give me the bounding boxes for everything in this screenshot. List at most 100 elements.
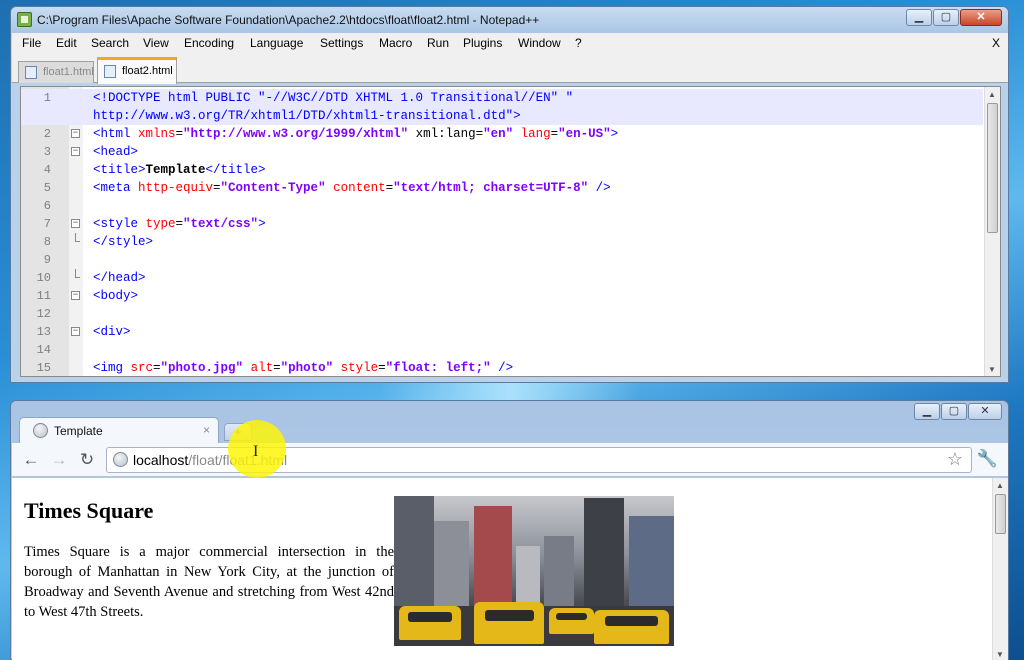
scrollbar-thumb[interactable] xyxy=(987,103,998,233)
minimize-button[interactable]: ▁ xyxy=(914,403,940,420)
close-document-button[interactable]: X xyxy=(992,36,1000,50)
close-button[interactable]: ✕ xyxy=(960,9,1002,26)
code-token: "en" xyxy=(483,127,514,141)
code-token: "Content-Type" xyxy=(220,181,326,195)
browser-toolbar: ← → ↻ localhost/float/float1.html ☆ 🔧 xyxy=(12,443,1008,477)
code-line[interactable]: 6 xyxy=(21,197,983,215)
editor-scrollbar[interactable]: ▲ ▼ xyxy=(984,87,1000,376)
code-token: type xyxy=(145,217,176,231)
close-tab-icon[interactable]: × xyxy=(203,423,210,437)
photo-building xyxy=(544,536,574,616)
code-line[interactable]: 10 </head> xyxy=(21,269,983,287)
menu-macro[interactable]: Macro xyxy=(379,36,412,50)
minimize-button[interactable]: ▁ xyxy=(906,9,932,26)
scroll-up-icon[interactable]: ▲ xyxy=(996,481,1004,490)
notepad-title: C:\Program Files\Apache Software Foundat… xyxy=(37,13,540,27)
fold-toggle-icon[interactable]: − xyxy=(71,291,80,300)
code-line[interactable]: 9 xyxy=(21,251,983,269)
code-line[interactable]: 4 <title>Template</title> xyxy=(21,161,983,179)
code-editor[interactable]: 1 <!DOCTYPE html PUBLIC "-//W3C//DTD XHTM… xyxy=(20,86,1001,377)
line-number: 5 xyxy=(43,181,51,195)
fold-toggle-icon[interactable]: − xyxy=(71,129,80,138)
code-text: </head> xyxy=(93,269,146,287)
browser-tab-title: Template xyxy=(54,424,103,438)
code-token: /> xyxy=(490,361,514,375)
scroll-up-icon[interactable]: ▲ xyxy=(988,90,996,99)
globe-icon xyxy=(33,423,48,438)
menu-view[interactable]: View xyxy=(143,36,169,50)
code-token: "photo.jpg" xyxy=(160,361,244,375)
globe-icon xyxy=(113,452,128,467)
code-token: <!DOCTYPE html PUBLIC "-//W3C//DTD XHTML… xyxy=(93,91,574,105)
menu-encoding[interactable]: Encoding xyxy=(184,36,234,50)
code-token: <div> xyxy=(93,325,131,339)
back-icon[interactable]: ← xyxy=(20,449,42,471)
code-line[interactable]: 11 − <body> xyxy=(21,287,983,305)
times-square-photo xyxy=(394,496,674,646)
menu-edit[interactable]: Edit xyxy=(56,36,77,50)
menu-window[interactable]: Window xyxy=(518,36,561,50)
code-token: alt xyxy=(243,361,274,375)
code-text: http://www.w3.org/TR/xhtml1/DTD/xhtml1-t… xyxy=(93,107,521,125)
code-line[interactable]: 5 <meta http-equiv="Content-Type" content… xyxy=(21,179,983,197)
code-line[interactable]: 13 − <div> xyxy=(21,323,983,341)
scroll-down-icon[interactable]: ▼ xyxy=(988,365,996,374)
reload-icon[interactable]: ↻ xyxy=(76,449,98,471)
code-line[interactable]: 1 <!DOCTYPE html PUBLIC "-//W3C//DTD XHTM… xyxy=(21,89,983,107)
code-text: <head> xyxy=(93,143,138,161)
code-token: "text/css" xyxy=(183,217,259,231)
scrollbar-thumb[interactable] xyxy=(995,494,1006,534)
maximize-button[interactable]: ▢ xyxy=(941,403,967,420)
code-line[interactable]: 3 − <head> xyxy=(21,143,983,161)
photo-taxi xyxy=(399,606,461,640)
tab-float1[interactable]: float1.html xyxy=(18,61,94,83)
code-token: "http://www.w3.org/1999/xhtml" xyxy=(183,127,409,141)
menu-search[interactable]: Search xyxy=(91,36,129,50)
code-token: > xyxy=(610,127,619,141)
fold-toggle-icon[interactable]: − xyxy=(71,327,80,336)
page-scrollbar[interactable]: ▲ ▼ xyxy=(992,478,1008,660)
star-icon[interactable]: ☆ xyxy=(947,449,963,470)
fold-toggle-icon[interactable]: − xyxy=(71,219,80,228)
code-line[interactable]: 14 xyxy=(21,341,983,359)
code-token: = xyxy=(378,361,386,375)
code-line[interactable]: http://www.w3.org/TR/xhtml1/DTD/xhtml1-t… xyxy=(21,107,983,125)
wrench-icon[interactable]: 🔧 xyxy=(977,449,998,469)
text-cursor-icon: I xyxy=(253,443,259,460)
code-token: = xyxy=(175,217,184,231)
browser-tab-template[interactable]: Template × xyxy=(19,417,219,443)
tab-float2[interactable]: float2.html xyxy=(97,57,177,84)
menu-run[interactable]: Run xyxy=(427,36,449,50)
menu-file[interactable]: File xyxy=(22,36,41,50)
maximize-button[interactable]: ▢ xyxy=(933,9,959,26)
page-title: Times Square xyxy=(24,498,154,523)
code-token: </head> xyxy=(93,271,146,285)
file-tabbar: float1.html float2.html xyxy=(12,53,1008,84)
forward-icon[interactable]: → xyxy=(48,449,70,471)
line-number: 1 xyxy=(43,91,51,105)
line-number: 14 xyxy=(36,343,51,357)
code-token: <head> xyxy=(93,145,139,159)
code-token: lang xyxy=(513,127,551,141)
fold-toggle-icon[interactable]: − xyxy=(71,147,80,156)
code-line[interactable]: 12 xyxy=(21,305,983,323)
file-icon xyxy=(25,66,37,79)
code-text: <html xmlns="http://www.w3.org/1999/xhtm… xyxy=(93,125,618,143)
code-text: <style type="text/css"> xyxy=(93,215,266,233)
code-line[interactable]: 15 <img src="photo.jpg" alt="photo" style… xyxy=(21,359,983,376)
code-text: <div> xyxy=(93,323,131,341)
code-token: src xyxy=(130,361,154,375)
code-token: xmlns xyxy=(138,127,176,141)
line-number: 13 xyxy=(36,325,51,339)
code-line[interactable]: 2 − <html xmlns="http://www.w3.org/1999/xh… xyxy=(21,125,983,143)
code-line[interactable]: 7 − <style type="text/css"> xyxy=(21,215,983,233)
menu-language[interactable]: Language xyxy=(250,36,303,50)
menu-plugins[interactable]: Plugins xyxy=(463,36,502,50)
photo-building xyxy=(584,498,624,616)
scroll-down-icon[interactable]: ▼ xyxy=(996,650,1004,659)
code-line[interactable]: 8 </style> xyxy=(21,233,983,251)
menu-settings[interactable]: Settings xyxy=(320,36,363,50)
close-button[interactable]: ✕ xyxy=(968,403,1002,420)
menu-help[interactable]: ? xyxy=(575,36,582,50)
code-text: <title>Template</title> xyxy=(93,161,266,179)
